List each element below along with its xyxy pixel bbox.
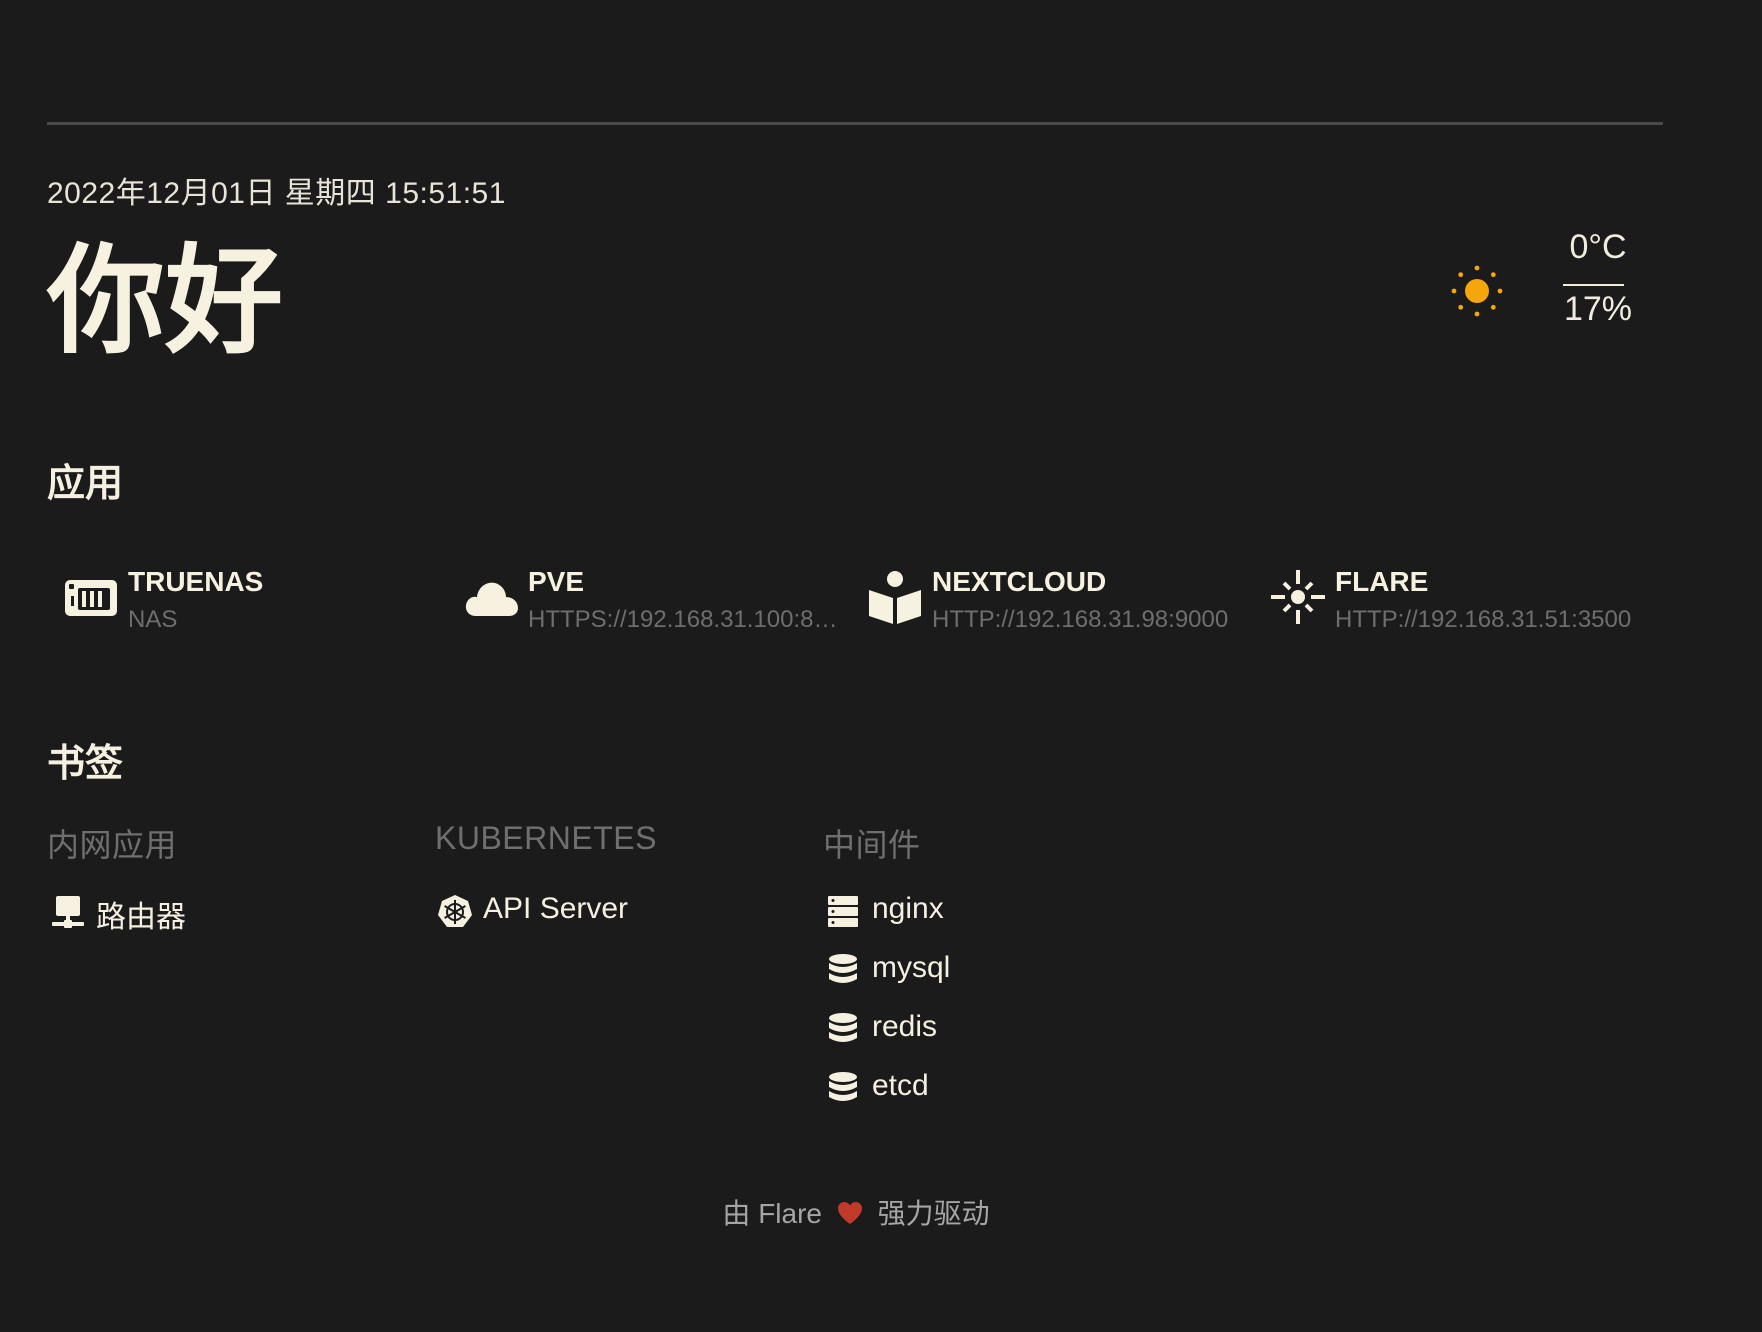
apps-section-title: 应用 [47,461,124,505]
database-icon [829,954,857,983]
top-divider [47,122,1663,125]
book-reader-icon [869,571,921,624]
weather-divider [1563,284,1624,286]
datetime-display: 2022年12月01日 星期四 15:51:51 [47,177,506,210]
bookmark-label: mysql [872,951,951,984]
weather-widget: 0°C 17% [1450,228,1633,338]
bookmark-group-title: 中间件 [823,827,921,863]
bookmark-group-title: KUBERNETES [435,820,657,856]
temperature-value: 0°C [1569,228,1627,266]
heart-icon [837,1202,862,1224]
app-description: HTTPS://192.168.31.100:8006 [528,606,840,633]
bookmark-label: etcd [872,1069,929,1102]
bookmarks-section-title: 书签 [47,741,124,785]
app-truenas[interactable]: TRUENAS NAS [50,560,440,640]
bookmark-label: API Server [483,892,629,925]
bookmark-label: 路由器 [96,901,186,934]
app-description: HTTP://192.168.31.51:3500 [1335,606,1632,633]
app-name: TRUENAS [128,566,264,597]
database-icon [829,1013,857,1042]
nas-icon [65,580,117,616]
bookmark-label: nginx [872,892,944,925]
server-icon [828,896,858,927]
database-icon [829,1072,857,1101]
app-name: NEXTCLOUD [932,566,1107,597]
app-nextcloud[interactable]: NEXTCLOUD HTTP://192.168.31.98:9000 [854,560,1244,640]
humidity-value: 17% [1563,290,1633,328]
bookmark-group-title: 内网应用 [47,827,178,863]
footer-suffix: 强力驱动 [877,1198,990,1229]
router-icon [52,896,84,928]
footer: 由 Flare 强力驱动 [0,1192,1712,1232]
app-description: HTTP://192.168.31.98:9000 [932,606,1229,633]
app-flare[interactable]: FLARE HTTP://192.168.31.51:3500 [1257,560,1647,640]
kubernetes-icon [438,895,472,927]
cloud-icon [465,582,518,616]
greeting-title: 你好 [47,232,284,370]
app-pve[interactable]: PVE HTTPS://192.168.31.100:8006 [450,560,840,640]
sun-icon [1451,265,1503,317]
footer-prefix[interactable]: 由 Flare [722,1198,822,1229]
app-description: NAS [128,606,178,633]
app-name: PVE [528,566,585,597]
bookmark-label: redis [872,1010,938,1043]
app-name: FLARE [1335,566,1429,597]
dashboard-page: 2022年12月01日 星期四 15:51:51 你好 0°C 17% 应用 T… [0,0,1762,1332]
flare-icon [1271,570,1325,624]
